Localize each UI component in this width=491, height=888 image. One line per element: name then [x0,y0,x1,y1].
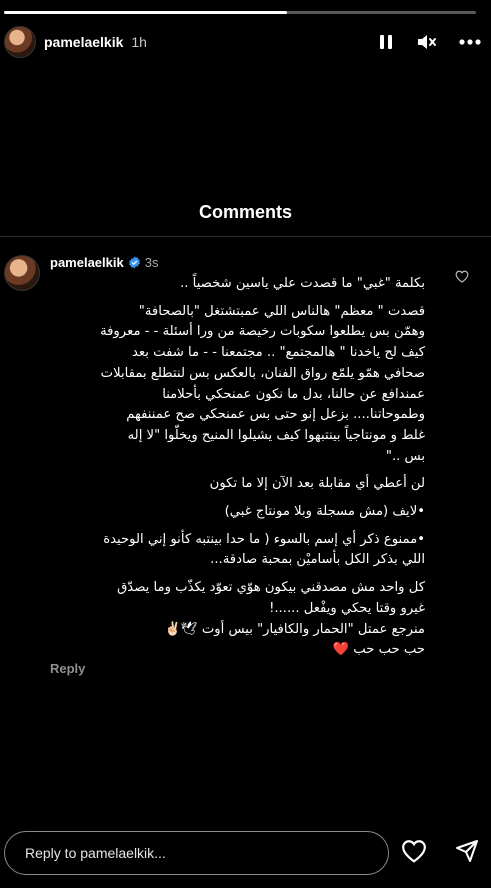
comment-line: •ممنوع ذكر أي إسم بالسوء ( ما حدا بينتبه… [103,531,425,547]
verified-badge-icon [128,256,141,269]
send-icon[interactable] [455,839,479,867]
comment-age: 3s [144,255,159,270]
story-progress-fill [4,11,288,14]
story-controls [377,33,481,51]
heart-icon[interactable] [401,839,427,867]
comment-line: صحافي همّو يلمّع رواق الفنان، بالعكس بس … [100,365,425,381]
comment-line: وهمّن بس يطلعوا سكوبات رخيصة من ورا أسئل… [100,324,425,340]
comment-line: حب حب حب ❤️ [332,642,425,658]
comment-line: منرجع عمتل "الحمار والكافيار" بيس أوت 🕊✌… [164,621,425,637]
reply-input[interactable] [4,831,389,875]
more-icon[interactable] [459,39,481,45]
comment-line: بكلمة "غبي" ما قصدت علي ياسين شخصياً .. [180,276,425,291]
comment-line: كيف لح ياخدنا " هالمجتمع" .. مجتمعنا - -… [131,345,425,361]
story-progress-bar [4,11,476,14]
reply-button[interactable]: Reply [50,661,85,676]
story-header: pamelaelkik 1h [4,24,481,60]
comment-avatar[interactable] [4,255,40,291]
divider [0,236,491,237]
comment-line: بس .." [385,448,425,464]
mute-icon[interactable] [417,33,437,51]
comment-username[interactable]: pamelaelkik [50,255,124,270]
avatar[interactable] [4,26,36,58]
comment-line: لن أعطي أي مقابلة بعد الآن إلا ما تكون [209,476,425,492]
reply-bar [4,831,479,875]
comment-line: اللي بذكر الكل بأساميْن بمحبة صادقة... [210,552,425,568]
comment-line: وطموحاتنا.... بزعل إنو حتى بس عمنحكي صح … [126,407,425,423]
comment-line: عمندافع عن حالنا، بدل ما نكون عمنحكي بأح… [162,386,425,402]
comment-line: قصدت " معظم" هالناس اللي عمبتشتغل "بالصح… [138,303,425,319]
comment-line: غلط و مونتاجياً بينتبهوا كيف يشيلوا المن… [127,427,425,443]
story-time: 1h [131,34,147,50]
pause-icon[interactable] [377,33,395,51]
comment-line: كل واحد مش مصدقني بيكون هوّي تعوّد يكذّب… [117,580,425,596]
comment-header: pamelaelkik 3s [50,255,158,270]
footer-actions [401,839,479,867]
comment-line: •لايف (مش مسجلة وبلا مونتاج غبي) [224,504,425,520]
comment-line: غيرو وقتا يحكي ويفْعل ......! [269,600,425,616]
heart-icon[interactable] [455,268,469,287]
story-username[interactable]: pamelaelkik [44,34,123,50]
comment-text: بكلمة "غبي" ما قصدت علي ياسين شخصياً .. … [50,274,425,661]
comments-title: Comments [198,202,292,222]
